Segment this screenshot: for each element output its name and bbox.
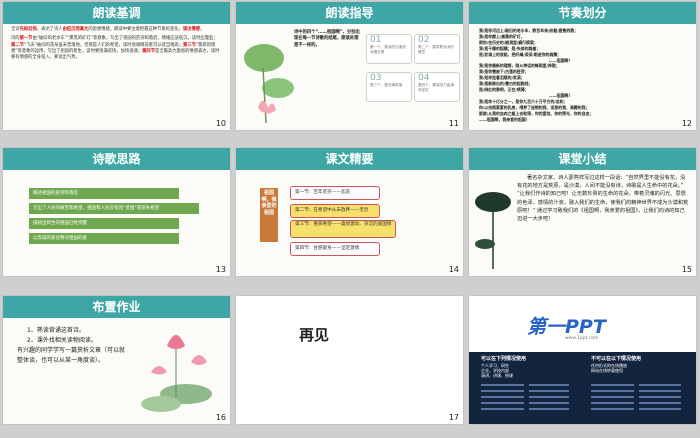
list-item: 写出了人民的痛苦和希望，祖国和人民没有因“贫困”而丧失希望 bbox=[29, 203, 199, 214]
slide-title: 朗读基调 bbox=[3, 2, 230, 24]
slide-18[interactable]: 第一PPT www.1ppt.com 可以在下列情况使用 不可以在以下情况使用 … bbox=[469, 296, 696, 424]
slide-11[interactable]: 朗读指导 诗中的四个“……祖国啊”，分别出现在每一节诗歌的结尾，朗读处理是不一样… bbox=[236, 2, 463, 130]
list-item: 描绘出新生的祖国已经觉醒 bbox=[29, 218, 179, 229]
tip-box-2: 02 第二个，要带着深深的情意 bbox=[414, 34, 460, 64]
section-item-1: 第一节：百年贫穷——悲哀 bbox=[290, 186, 380, 200]
forbidden-list: 任何形式的在线播放 网站在线转载使用 bbox=[591, 363, 627, 373]
homework-list: 1、熟读背诵这首诗。 2、课外找相关读物阅读。 有兴趣的同学学写一篇赏析文章（可… bbox=[17, 327, 126, 364]
slide-14[interactable]: 课文精要 祖国啊，我亲爱的祖国 第一节：百年贫穷——悲哀 第二节：在希望中从未放… bbox=[236, 148, 463, 276]
slide-12[interactable]: 节奏划分 我/是你河边上/破旧的老水车，数百年来/纺着/疲惫的歌； 我/是你额上… bbox=[469, 2, 696, 130]
summary-text: 著名杂文家、诗人邵燕祥写过这样一段话：“自然界里不能没有花，没有花的地方是荒原，… bbox=[517, 175, 689, 223]
list-item: 以赤诚的爱诠释对祖国的爱 bbox=[29, 233, 179, 244]
rhythm-lines: 我/是你河边上/破旧的老水车，数百年来/纺着/疲惫的歌； 我/是你额上/熏黑的矿… bbox=[479, 28, 594, 122]
slide-10[interactable]: 朗读基调 全诗先抑后扬，表达了诗人由低沉而高亢的思想情绪，朗读中要注意把握这种节… bbox=[3, 2, 230, 130]
intro-text: 诗中的四个“……祖国啊”，分别出现在每一节诗歌的结尾，朗读处理是不一样的。 bbox=[294, 30, 360, 48]
slide-number: 15 bbox=[681, 265, 692, 274]
slide-number: 13 bbox=[215, 265, 226, 274]
lotus-leaf-illustration bbox=[475, 192, 511, 269]
slide-title: 课堂小结 bbox=[469, 148, 696, 170]
slide-number: 12 bbox=[681, 119, 692, 128]
slide-15[interactable]: 课堂小结 著名杂文家、诗人邵燕祥写过这样一段话：“自然界里不能没有花，没有花的地… bbox=[469, 148, 696, 276]
site-url: www.1ppt.com bbox=[565, 336, 599, 341]
slide-number: 17 bbox=[448, 413, 459, 422]
allowed-list: 个人学习、研究 企业、学校内部 演讲、讲课、授课 bbox=[481, 363, 513, 378]
slide-body: 全诗先抑后扬，表达了诗人由低沉而高亢的思想情绪，朗读中要注意把握这种节奏的变化、… bbox=[11, 27, 221, 61]
usage-panel: 可以在下列情况使用 不可以在以下情况使用 个人学习、研究 企业、学校内部 演讲、… bbox=[469, 352, 696, 424]
slide-number: 16 bbox=[215, 413, 226, 422]
lotus-illustration bbox=[244, 44, 294, 124]
slide-title: 朗读指导 bbox=[236, 2, 463, 24]
slide-16[interactable]: 布置作业 1、熟读背诵这首诗。 2、课外找相关读物阅读。 有兴趣的同学学写一篇赏… bbox=[3, 296, 230, 424]
lotus-illustration bbox=[141, 335, 212, 412]
link-list-decoration bbox=[481, 384, 681, 410]
allowed-title: 可以在下列情况使用 bbox=[481, 356, 527, 362]
tip-box-4: 04 第四个，要保持力量满而坚定 bbox=[414, 72, 460, 102]
paragraph-2: 诗的第一节由“破旧的老水车”“熏黑的矿灯”等意象，写出了祖国的贫穷和落后，情绪应… bbox=[11, 36, 220, 61]
forbidden-title: 不可以在以下情况使用 bbox=[591, 356, 642, 362]
slide-title: 布置作业 bbox=[3, 296, 230, 318]
ppt-logo: 第一PPT bbox=[527, 316, 606, 338]
section-item-4: 第四节：甘愿献身——坚定激情 bbox=[290, 242, 380, 256]
slide-title: 节奏划分 bbox=[469, 2, 696, 24]
list-item: 概括祖国的贫穷和落后 bbox=[29, 188, 179, 199]
slide-number: 10 bbox=[215, 119, 226, 128]
slide-13[interactable]: 诗歌思路 概括祖国的贫穷和落后 写出了人民的痛苦和希望，祖国和人民没有因“贫困”… bbox=[3, 148, 230, 276]
slide-title: 课文精要 bbox=[236, 148, 463, 170]
paragraph-1: 全诗先抑后扬，表达了诗人由低沉而高亢的思想情绪，朗读中要注意把握这种节奏的变化、… bbox=[11, 27, 205, 32]
slide-number: 11 bbox=[448, 119, 459, 128]
slide-title: 诗歌思路 bbox=[3, 148, 230, 170]
slide-17[interactable]: 再见 17 bbox=[236, 296, 463, 424]
tip-box-1: 01 第一个，要读的沉重而深情无限 bbox=[366, 34, 412, 64]
slide-number: 14 bbox=[448, 265, 459, 274]
section-item-3: 第三节：重获希望——喜悦激动、深沉的爱国情 bbox=[290, 220, 396, 238]
farewell-text: 再见 bbox=[299, 326, 330, 344]
tip-box-3: 03 第三个，要充满希望 bbox=[366, 72, 412, 102]
section-item-2: 第二节：在希望中从未放弃——无奈 bbox=[290, 204, 380, 218]
center-topic: 祖国啊，我亲爱的祖国 bbox=[260, 188, 278, 242]
